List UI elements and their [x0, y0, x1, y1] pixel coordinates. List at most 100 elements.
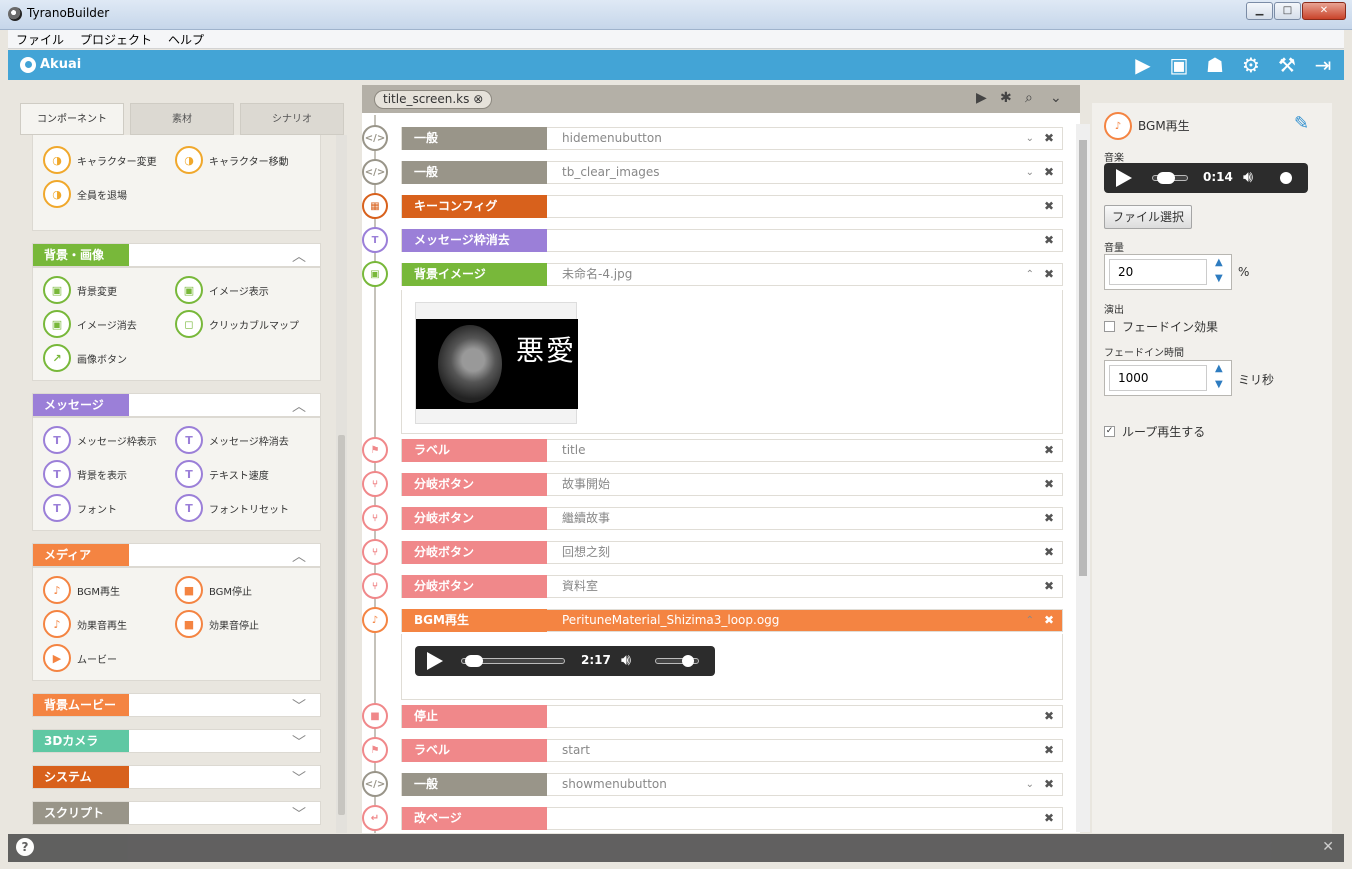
volume-icon[interactable]: 🔊︎ [1243, 167, 1253, 187]
chevron-down-icon[interactable]: ⌄ [1026, 774, 1034, 795]
chevron-up-icon[interactable]: ︿ [292, 546, 306, 566]
component-message-hide[interactable]: T メッセージ枠消去 [175, 426, 289, 454]
delete-row-icon[interactable]: ✖ [1044, 808, 1054, 829]
decrement-icon[interactable]: ▼ [1215, 273, 1223, 284]
component-all-exit[interactable]: ◑ 全員を退場 [43, 180, 127, 208]
scrollbar-thumb[interactable] [338, 435, 345, 815]
scrollbar-thumb[interactable] [1079, 140, 1087, 576]
scenario-row[interactable]: 一般 showmenubutton ⌄ ✖ [401, 773, 1063, 796]
checkbox-box[interactable] [1104, 321, 1115, 332]
image-thumbnail[interactable]: 悪愛 [415, 302, 578, 424]
scenario-row[interactable]: 一般 tb_clear_images ⌄ ✖ [401, 161, 1063, 184]
minimize-button[interactable]: ▁ [1246, 2, 1273, 20]
delete-row-icon[interactable]: ✖ [1044, 474, 1054, 495]
delete-row-icon[interactable]: ✖ [1044, 542, 1054, 563]
hammer-icon[interactable]: ⚒ [1276, 53, 1298, 77]
fadein-time-input[interactable] [1109, 365, 1207, 391]
delete-row-icon[interactable]: ✖ [1044, 440, 1054, 461]
increment-icon[interactable]: ▲ [1215, 257, 1223, 268]
delete-row-icon[interactable]: ✖ [1044, 576, 1054, 597]
component-se-play[interactable]: ♪ 効果音再生 [43, 610, 127, 638]
close-icon[interactable]: ✕ [1322, 839, 1334, 855]
music-progress-knob[interactable] [1157, 172, 1176, 184]
category-media[interactable]: メディア ︿ [32, 543, 321, 567]
chevron-down-icon[interactable]: ﹀ [292, 696, 306, 716]
component-image-clear[interactable]: ▣ イメージ消去 [43, 310, 137, 338]
component-image-button[interactable]: ↗ 画像ボタン [43, 344, 127, 372]
delete-row-icon[interactable]: ✖ [1044, 162, 1054, 183]
scenario-row[interactable]: 改ページ ✖ [401, 807, 1063, 830]
delete-row-icon[interactable]: ✖ [1044, 774, 1054, 795]
maximize-button[interactable]: □ [1274, 2, 1301, 20]
scenario-row[interactable]: メッセージ枠消去 ✖ [401, 229, 1063, 252]
project-name[interactable]: Akuai [40, 57, 81, 72]
play-icon[interactable] [427, 652, 443, 670]
fadein-checkbox[interactable]: フェードイン効果 [1104, 318, 1218, 335]
component-character-change[interactable]: ◑ キャラクター変更 [43, 146, 157, 174]
delete-row-icon[interactable]: ✖ [1044, 740, 1054, 761]
category-bg-image[interactable]: 背景・画像 ︿ [32, 243, 321, 267]
delete-row-icon[interactable]: ✖ [1044, 230, 1054, 251]
delete-row-icon[interactable]: ✖ [1044, 196, 1054, 217]
scenario-row[interactable]: BGM再生 PerituneMaterial_Shizima3_loop.ogg ⌃… [401, 609, 1063, 632]
menu-help[interactable]: ヘルプ [168, 31, 204, 48]
category-script[interactable]: スクリプト ﹀ [32, 801, 321, 825]
scenario-row[interactable]: 分岐ボタン 資料室 ✖ [401, 575, 1063, 598]
scenario-row[interactable]: 背景イメージ 未命名-4.jpg ⌃ ✖ [401, 263, 1063, 286]
play-icon[interactable]: ▶ [1132, 53, 1154, 77]
delete-row-icon[interactable]: ✖ [1044, 264, 1054, 285]
component-bgm-play[interactable]: ♪ BGM再生 [43, 576, 120, 604]
category-bg-movie[interactable]: 背景ムービー ﹀ [32, 693, 321, 717]
bug-icon[interactable]: ✱ [1000, 90, 1012, 106]
component-text-speed[interactable]: T テキスト速度 [175, 460, 269, 488]
pin-icon[interactable]: ✎ [1294, 113, 1309, 134]
category-message[interactable]: メッセージ ︿ [32, 393, 321, 417]
component-bg-change[interactable]: ▣ 背景変更 [43, 276, 117, 304]
chevron-up-icon[interactable]: ︿ [292, 246, 306, 266]
tab-scenario[interactable]: シナリオ [240, 103, 344, 135]
chevron-up-icon[interactable]: ⌃ [1026, 610, 1034, 631]
component-clickable-map[interactable]: ◻ クリッカブルマップ [175, 310, 299, 338]
volume-input[interactable] [1109, 259, 1207, 285]
delete-row-icon[interactable]: ✖ [1044, 508, 1054, 529]
decrement-icon[interactable]: ▼ [1215, 379, 1223, 390]
component-image-show[interactable]: ▣ イメージ表示 [175, 276, 269, 304]
chevron-down-icon[interactable]: ⌄ [1026, 128, 1034, 149]
save-icon[interactable]: ▣ [1168, 53, 1190, 77]
component-bgm-stop[interactable]: ■ BGM停止 [175, 576, 252, 604]
file-select-button[interactable]: ファイル選択 [1104, 205, 1192, 229]
delete-row-icon[interactable]: ✖ [1044, 128, 1054, 149]
component-message-show[interactable]: T メッセージ枠表示 [43, 426, 157, 454]
tab-assets[interactable]: 素材 [130, 103, 234, 135]
scenario-row[interactable]: 分岐ボタン 回想之刻 ✖ [401, 541, 1063, 564]
component-character-move[interactable]: ◑ キャラクター移動 [175, 146, 289, 174]
delete-row-icon[interactable]: ✖ [1044, 706, 1054, 727]
loop-checkbox[interactable]: ✓ ループ再生する [1104, 423, 1205, 440]
chevron-down-icon[interactable]: ﹀ [292, 732, 306, 752]
scenario-row[interactable]: 分岐ボタン 繼續故事 ✖ [401, 507, 1063, 530]
chevron-down-icon[interactable]: ﹀ [292, 804, 306, 824]
help-icon[interactable]: ? [16, 838, 34, 856]
chevron-up-icon[interactable]: ︿ [292, 396, 306, 416]
close-window-button[interactable]: ✕ [1302, 2, 1346, 20]
increment-icon[interactable]: ▲ [1215, 363, 1223, 374]
component-list[interactable]: ◑ キャラクター変更 ◑ キャラクター移動 ◑ 全員を退場 背景・画像 ︿ ▣ … [20, 135, 335, 833]
volume-knob[interactable] [682, 655, 695, 667]
component-scrollbar[interactable] [336, 135, 347, 833]
play-icon[interactable]: ▶ [976, 90, 987, 106]
editor-scrollbar[interactable] [1076, 124, 1090, 832]
category-3d-camera[interactable]: 3Dカメラ ﹀ [32, 729, 321, 753]
category-system[interactable]: システム ﹀ [32, 765, 321, 789]
tab-components[interactable]: コンポーネント [20, 103, 124, 135]
component-se-stop[interactable]: ■ 効果音停止 [175, 610, 259, 638]
search-icon[interactable]: ⌕ [1025, 90, 1033, 106]
scenario-row[interactable]: 分岐ボタン 故事開始 ✖ [401, 473, 1063, 496]
volume-icon[interactable]: 🔊︎ [621, 650, 631, 670]
scenario-row[interactable]: キーコンフィグ ✖ [401, 195, 1063, 218]
audio-progress-knob[interactable] [465, 655, 484, 667]
checkbox-box[interactable]: ✓ [1104, 426, 1115, 437]
play-icon[interactable] [1116, 169, 1132, 187]
close-tab-icon[interactable]: ⊗ [473, 92, 483, 106]
export-icon[interactable]: ⇥ [1312, 53, 1334, 77]
chevron-down-icon[interactable]: ⌄ [1026, 162, 1034, 183]
